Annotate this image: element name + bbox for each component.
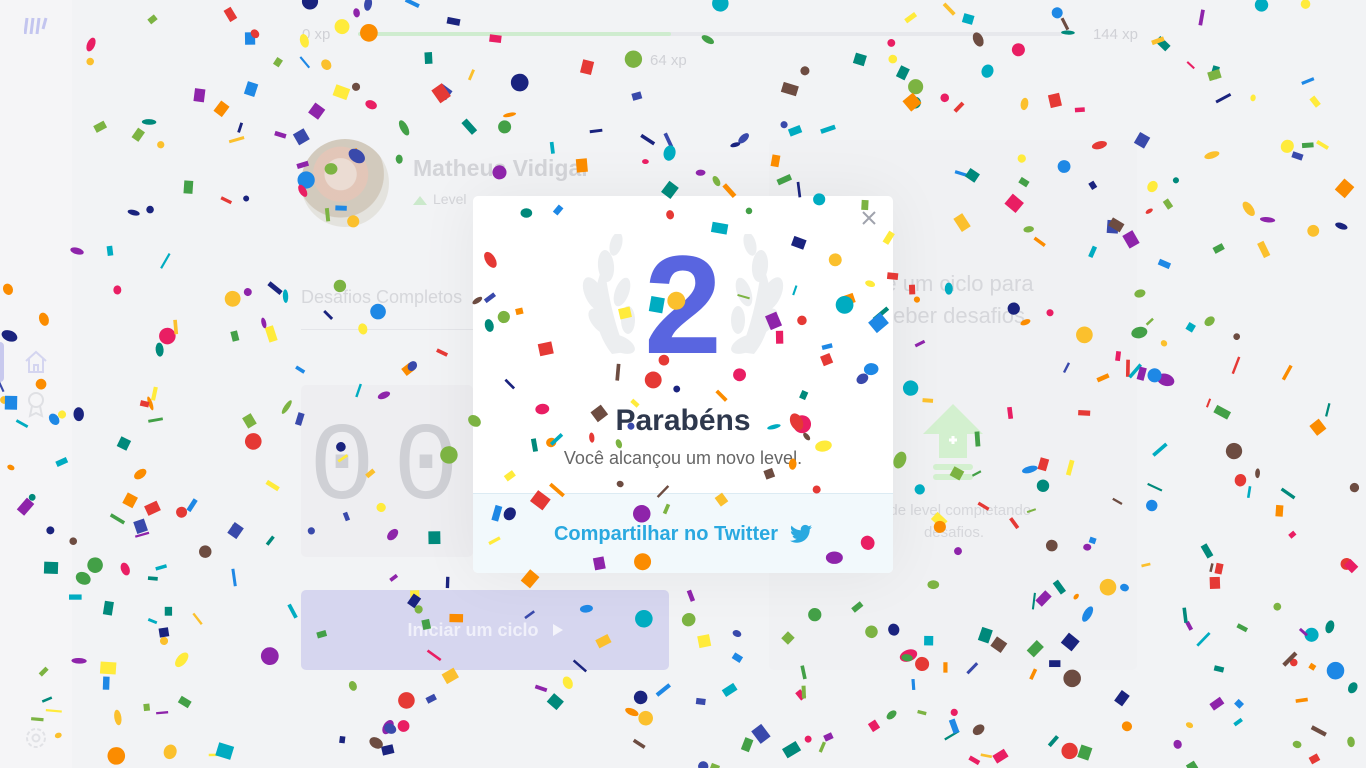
xp-track [358,32,1062,36]
close-modal-button[interactable] [857,206,881,230]
share-twitter-button[interactable]: Compartilhar no Twitter [473,494,893,573]
modal-subtitle: Você alcançou um novo level. [563,448,803,468]
modal-title: Parabéns [615,404,751,437]
start-cycle-label: Iniciar um ciclo [407,619,539,640]
xp-fill [358,32,671,36]
level-up-icon [413,196,427,205]
play-icon [552,623,563,636]
level-up-icon [923,404,983,480]
start-cycle-button[interactable]: Iniciar um ciclo [301,590,669,670]
profile-name: Matheus Vidigal [413,155,588,181]
active-nav-indicator [0,342,4,382]
home-icon[interactable] [22,348,50,376]
award-icon[interactable] [23,390,49,418]
xp-min-label: 0 xp [302,26,331,43]
profile-level-label: Level [433,191,467,207]
logo-icon [24,17,48,35]
countdown-digit: 0 [393,407,460,532]
twitter-icon [790,524,813,543]
gear-icon[interactable] [24,726,48,750]
level-up-modal: 2 Parabéns Você alcançou um novo level. … [473,196,893,573]
experience-bar: 0 xp 144 xp 64 xp [302,26,1138,69]
xp-current-label: 64 xp [650,52,687,69]
completed-challenges-label: Desafios Completos [301,287,463,307]
countdown-digit: 0 [309,407,376,532]
modal-footer: Compartilhar no Twitter [473,493,893,573]
countdown-minutes: 0 0 [301,385,473,557]
xp-max-label: 144 xp [1092,26,1138,43]
profile-level: Level [413,191,466,207]
sidebar [0,0,72,768]
share-twitter-label: Compartilhar no Twitter [553,522,779,545]
close-icon [862,211,876,225]
avatar [301,139,389,227]
level-number: 2 [644,226,722,383]
